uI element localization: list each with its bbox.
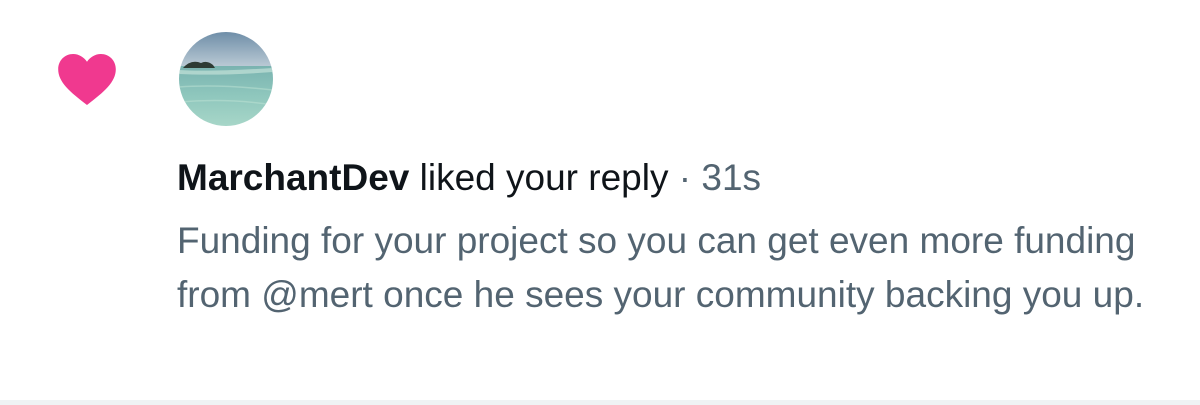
- avatar[interactable]: [179, 32, 273, 126]
- timestamp[interactable]: 31s: [701, 157, 761, 198]
- reply-text: Funding for your project so you can get …: [177, 220, 1145, 315]
- notification-headline: MarchantDev liked your reply · 31s: [177, 154, 761, 202]
- username-link[interactable]: MarchantDev: [177, 157, 409, 198]
- notification-action: liked your reply: [419, 157, 669, 198]
- divider: [0, 400, 1200, 405]
- like-notification[interactable]: MarchantDev liked your reply · 31s Fundi…: [0, 0, 1200, 400]
- heart-icon: [56, 52, 118, 106]
- separator-dot: ·: [678, 157, 692, 198]
